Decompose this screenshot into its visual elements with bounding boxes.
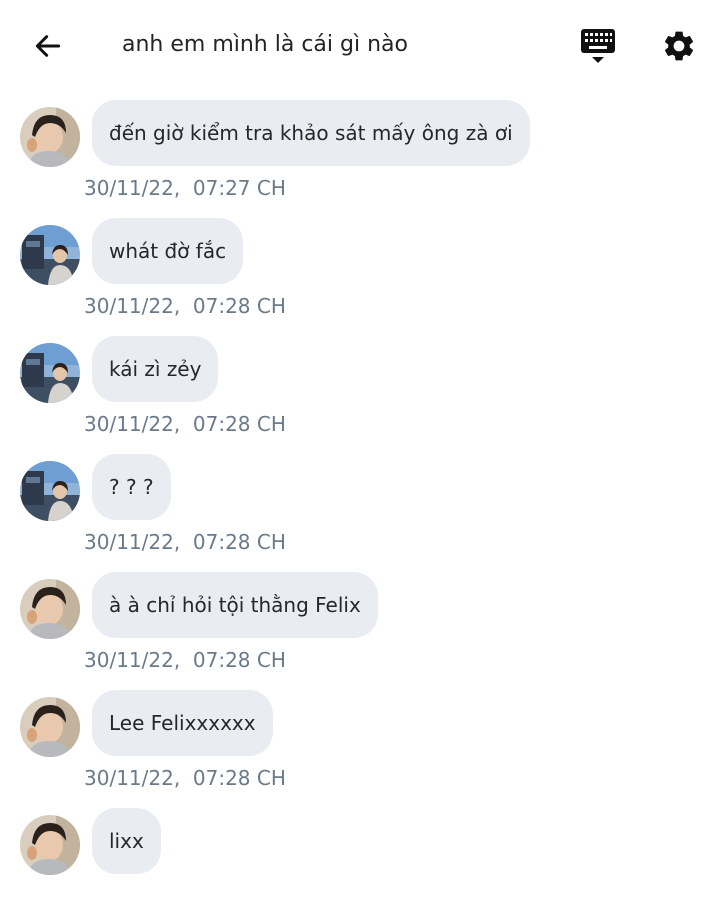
message-bubble[interactable]: đến giờ kiểm tra khảo sát mấy ông zà ơi [92, 100, 530, 166]
back-button[interactable] [26, 26, 70, 66]
message-item: đến giờ kiểm tra khảo sát mấy ông zà ơi … [0, 90, 720, 208]
person-a-icon [20, 697, 80, 757]
keyboard-icon [581, 29, 615, 63]
message-item: whát đờ fắc 30/11/22, 07:28 CH [0, 208, 720, 326]
person-b-icon [20, 225, 80, 285]
avatar[interactable] [20, 343, 80, 403]
avatar[interactable] [20, 461, 80, 521]
message-bubble[interactable]: lixx [92, 808, 161, 874]
message-timestamp: 30/11/22, 07:28 CH [84, 530, 286, 554]
message-timestamp: 30/11/22, 07:28 CH [84, 766, 286, 790]
avatar[interactable] [20, 697, 80, 757]
avatar[interactable] [20, 225, 80, 285]
avatar[interactable] [20, 107, 80, 167]
message-bubble[interactable]: Lee Felixxxxxx [92, 690, 273, 756]
message-item: Lee Felixxxxxx 30/11/22, 07:28 CH [0, 680, 720, 798]
message-bubble[interactable]: whát đờ fắc [92, 218, 244, 284]
message-bubble[interactable]: ? ? ? [92, 454, 171, 520]
message-timestamp: 30/11/22, 07:27 CH [84, 176, 286, 200]
message-item: kái zì zẻy 30/11/22, 07:28 CH [0, 326, 720, 444]
keyboard-button[interactable] [574, 24, 622, 68]
message-timestamp: 30/11/22, 07:28 CH [84, 648, 286, 672]
top-bar: anh em mình là cái gì nào [0, 0, 720, 90]
person-b-icon [20, 343, 80, 403]
person-a-icon [20, 107, 80, 167]
person-a-icon [20, 579, 80, 639]
person-b-icon [20, 461, 80, 521]
chat-title: anh em mình là cái gì nào [122, 32, 408, 57]
avatar[interactable] [20, 579, 80, 639]
message-item: lixx [0, 798, 720, 916]
person-a-icon [20, 815, 80, 875]
settings-button[interactable] [656, 24, 702, 68]
message-timestamp: 30/11/22, 07:28 CH [84, 412, 286, 436]
message-list[interactable]: đến giờ kiểm tra khảo sát mấy ông zà ơi … [0, 90, 720, 916]
message-timestamp: 30/11/22, 07:28 CH [84, 294, 286, 318]
message-item: à à chỉ hỏi tội thằng Felix 30/11/22, 07… [0, 562, 720, 680]
message-bubble[interactable]: à à chỉ hỏi tội thằng Felix [92, 572, 378, 638]
message-bubble[interactable]: kái zì zẻy [92, 336, 219, 402]
gear-icon [664, 31, 694, 61]
avatar[interactable] [20, 815, 80, 875]
message-item: ? ? ? 30/11/22, 07:28 CH [0, 444, 720, 562]
arrow-left-icon [35, 35, 61, 57]
